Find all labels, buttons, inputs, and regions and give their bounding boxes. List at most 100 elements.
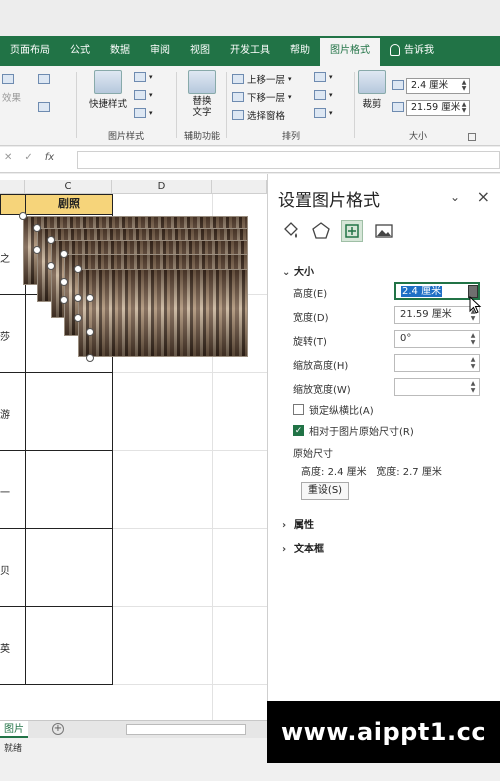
picture-icon[interactable]	[373, 220, 395, 242]
textbox-section-header[interactable]: › 文本框	[282, 540, 324, 555]
chevron-down-icon[interactable]: ⌄	[450, 190, 460, 204]
resize-handle[interactable]	[74, 265, 82, 273]
resize-handle[interactable]	[33, 224, 41, 232]
tab-review[interactable]: 审阅	[140, 36, 180, 66]
effects-partial-button[interactable]: 效果	[2, 90, 21, 104]
resize-handle[interactable]	[47, 236, 55, 244]
crop-button[interactable]: 裁剪	[356, 70, 388, 110]
compress-button[interactable]	[38, 74, 50, 84]
tab-view[interactable]: 视图	[180, 36, 220, 66]
tab-help[interactable]: 帮助	[280, 36, 320, 66]
rotation-input[interactable]: 0° ▲ ▼	[394, 330, 480, 348]
add-sheet-icon[interactable]: +	[52, 723, 64, 735]
lock-aspect-label: 锁定纵横比(A)	[309, 406, 374, 417]
resize-handle[interactable]	[60, 296, 68, 304]
pane-title: 设置图片格式	[278, 191, 380, 211]
resize-handle[interactable]	[60, 278, 68, 286]
fx-icon[interactable]: fx	[45, 152, 54, 168]
chevron-down-icon: ▾	[329, 109, 333, 117]
table-cell[interactable]	[25, 528, 113, 607]
align-button[interactable]: ▾	[314, 72, 333, 82]
tab-page-layout[interactable]: 页面布局	[0, 36, 60, 66]
ribbon-height-input[interactable]: 2.4 厘米 ▲ ▼	[406, 78, 470, 94]
cancel-icon[interactable]: ✕	[4, 152, 12, 168]
size-properties-icon[interactable]	[341, 220, 363, 242]
rotate-button[interactable]: ▾	[314, 108, 333, 118]
resize-handle[interactable]	[19, 212, 27, 220]
resize-handle[interactable]	[86, 354, 94, 362]
ribbon-separator	[176, 72, 177, 138]
table-cell[interactable]	[25, 450, 113, 529]
chevron-down-icon: ▾	[329, 73, 333, 81]
crop-icon	[358, 70, 386, 94]
tab-data[interactable]: 数据	[100, 36, 140, 66]
scale-width-input[interactable]: ▲ ▼	[394, 378, 480, 396]
alt-text-button[interactable]: 替换 文字	[182, 70, 222, 118]
sheet-tab-active[interactable]: 图片	[0, 721, 28, 738]
header-cell-stills[interactable]: 剧照	[25, 194, 113, 215]
column-header-c[interactable]: C	[25, 180, 112, 194]
group-button[interactable]: ▾	[314, 90, 333, 100]
size-section-header[interactable]: ⌄ 大小	[282, 263, 314, 278]
table-cell[interactable]	[25, 606, 113, 685]
width-input[interactable]: 21.59 厘米 ▲ ▼	[394, 306, 480, 324]
picture-effects-icon	[134, 90, 146, 100]
height-input[interactable]: 2.4 厘米	[394, 282, 480, 300]
horizontal-scrollbar[interactable]	[126, 724, 246, 735]
selection-pane-icon	[232, 110, 244, 120]
formula-input[interactable]	[77, 151, 500, 169]
table-cell[interactable]	[25, 372, 113, 451]
lock-aspect-checkbox[interactable]: 锁定纵横比(A)	[293, 402, 374, 417]
width-label: 宽度(D)	[293, 313, 329, 324]
reset-button[interactable]: 重设(S)	[301, 482, 349, 500]
artistic-effects-button[interactable]	[2, 74, 14, 84]
relative-size-checkbox[interactable]: ✓ 相对于图片原始尺寸(R)	[293, 423, 414, 438]
grid-line	[112, 450, 267, 451]
spinner-icon[interactable]: ▲ ▼	[469, 332, 477, 346]
group-size: 裁剪 2.4 厘米 ▲ ▼ 21.59 厘米 ▲ ▼ 大小	[356, 70, 480, 142]
close-icon[interactable]: ×	[477, 187, 490, 206]
picture-border-button[interactable]: ▾	[134, 72, 153, 82]
column-header-d[interactable]: D	[112, 180, 212, 194]
spinner-icon[interactable]: ▲ ▼	[460, 80, 468, 92]
spinner-icon[interactable]: ▲ ▼	[469, 380, 477, 394]
lightbulb-icon	[390, 44, 400, 56]
relative-size-label: 相对于图片原始尺寸(R)	[309, 427, 414, 438]
grid-line	[112, 606, 267, 607]
picture-layout-button[interactable]: ▾	[134, 108, 153, 118]
effects-pentagon-icon[interactable]	[310, 220, 332, 242]
ribbon-width-input[interactable]: 21.59 厘米 ▲ ▼	[406, 100, 470, 116]
orig-width-label: 宽度:	[376, 467, 400, 478]
picture-effects-button[interactable]: ▾	[134, 90, 153, 100]
reset-picture-button[interactable]	[38, 102, 50, 112]
spinner-icon[interactable]: ▲ ▼	[460, 102, 468, 114]
dialog-launcher-icon[interactable]	[468, 133, 476, 141]
spinner-icon[interactable]: ▲ ▼	[469, 356, 477, 370]
resize-handle[interactable]	[33, 246, 41, 254]
tab-developer[interactable]: 开发工具	[220, 36, 280, 66]
column-header-b[interactable]	[0, 180, 25, 194]
resize-handle[interactable]	[60, 250, 68, 258]
send-backward-label: 下移一层	[247, 93, 286, 104]
properties-section-header[interactable]: › 属性	[282, 516, 314, 531]
quick-styles-button[interactable]: 快捷样式	[84, 70, 132, 110]
column-header-e[interactable]	[212, 180, 267, 194]
resize-handle[interactable]	[74, 314, 82, 322]
spreadsheet-grid[interactable]: C D 剧照 之 莎 游 一 贝 英	[0, 174, 267, 720]
scale-height-input[interactable]: ▲ ▼	[394, 354, 480, 372]
resize-handle[interactable]	[86, 328, 94, 336]
formula-tools: ✕ ✓ fx	[0, 152, 75, 168]
tab-tell-me[interactable]: 告诉我	[380, 36, 444, 66]
resize-handle[interactable]	[47, 262, 55, 270]
stacked-picture[interactable]	[78, 269, 248, 357]
confirm-icon[interactable]: ✓	[24, 152, 32, 168]
fill-line-icon[interactable]	[280, 220, 302, 242]
tab-picture-format[interactable]: 图片格式	[320, 36, 380, 66]
height-label: 高度(E)	[293, 289, 328, 300]
resize-handle[interactable]	[74, 294, 82, 302]
send-backward-button[interactable]: 下移一层 ▾	[232, 90, 292, 104]
tab-formulas[interactable]: 公式	[60, 36, 100, 66]
resize-handle[interactable]	[86, 294, 94, 302]
selection-pane-button[interactable]: 选择窗格	[232, 108, 285, 122]
bring-forward-button[interactable]: 上移一层 ▾	[232, 72, 292, 86]
